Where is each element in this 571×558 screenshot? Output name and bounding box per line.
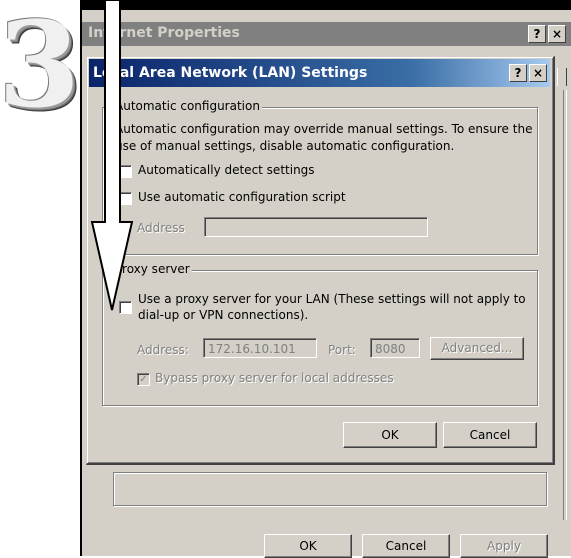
pointer-arrow: [90, 0, 134, 311]
down-arrow-shape: [90, 0, 134, 311]
